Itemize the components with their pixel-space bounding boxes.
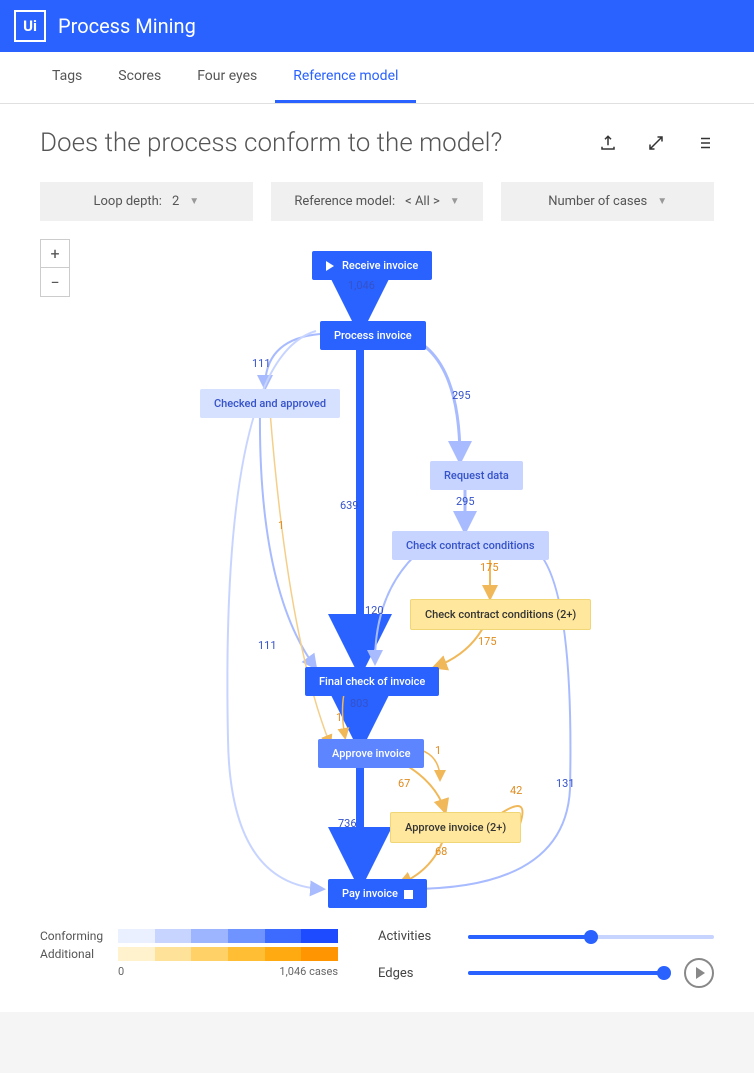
tab-reference-model[interactable]: Reference model <box>275 52 416 103</box>
edge-label: 639 <box>340 499 359 512</box>
legend-conforming-label: Conforming <box>40 929 110 943</box>
chevron-down-icon: ▼ <box>450 196 460 207</box>
edge-label: 803 <box>350 697 369 710</box>
app-header: Ui Process Mining <box>0 0 754 52</box>
node-process-invoice[interactable]: Process invoice <box>320 321 426 350</box>
node-check-contract[interactable]: Check contract conditions <box>392 531 549 560</box>
tab-tags[interactable]: Tags <box>34 52 100 103</box>
play-button[interactable] <box>684 958 714 988</box>
edge-label: 67 <box>398 777 410 790</box>
edge-label: 736 <box>338 817 357 830</box>
tabs: Tags Scores Four eyes Reference model <box>0 52 754 104</box>
filter-loop-depth[interactable]: Loop depth: 2 ▼ <box>40 182 253 221</box>
edge-label: 1 <box>435 744 441 757</box>
edge-label: 111 <box>258 639 277 652</box>
legend-scale-min: 0 <box>118 965 124 978</box>
legend: Conforming Additional 0 1,046 cases Acti… <box>40 929 714 988</box>
node-approve-invoice-2[interactable]: Approve invoice (2+) <box>390 812 521 843</box>
expand-icon[interactable] <box>646 133 666 153</box>
edge-label: 175 <box>480 561 499 574</box>
page-title: Does the process conform to the model? <box>40 128 502 158</box>
legend-additional-label: Additional <box>40 947 110 961</box>
edge-label: 1 <box>278 519 284 532</box>
filter-number-of-cases[interactable]: Number of cases ▼ <box>501 182 714 221</box>
export-icon[interactable] <box>598 133 618 153</box>
play-icon <box>326 261 334 271</box>
list-icon[interactable] <box>694 133 714 153</box>
app-title: Process Mining <box>58 14 196 38</box>
edge-label: 131 <box>556 777 575 790</box>
tab-scores[interactable]: Scores <box>100 52 179 103</box>
chevron-down-icon: ▼ <box>189 196 199 207</box>
edge-label: 68 <box>435 845 447 858</box>
main-content: Does the process conform to the model? L… <box>0 104 754 1012</box>
slider-activities[interactable] <box>468 935 714 939</box>
node-final-check[interactable]: Final check of invoice <box>305 667 439 696</box>
edge-label: 111 <box>252 357 271 370</box>
edge-label: 295 <box>456 495 475 508</box>
filter-reference-model[interactable]: Reference model: < All > ▼ <box>271 182 484 221</box>
node-approve-invoice[interactable]: Approve invoice <box>318 739 424 768</box>
edge-label: 42 <box>510 784 522 797</box>
legend-additional-gradient <box>118 947 338 961</box>
legend-conforming-gradient <box>118 929 338 943</box>
node-pay-invoice[interactable]: Pay invoice <box>328 879 427 908</box>
slider-edges[interactable] <box>468 971 664 975</box>
tab-four-eyes[interactable]: Four eyes <box>179 52 275 103</box>
stop-icon <box>404 890 413 899</box>
node-checked-approved[interactable]: Checked and approved <box>200 389 340 418</box>
edge-label: 1 <box>336 711 342 724</box>
slider-activities-label: Activities <box>378 929 448 944</box>
logo-icon: Ui <box>14 10 46 42</box>
chevron-down-icon: ▼ <box>657 196 667 207</box>
edge-label: 120 <box>365 604 384 617</box>
slider-edges-label: Edges <box>378 966 448 981</box>
node-receive-invoice[interactable]: Receive invoice <box>312 251 432 280</box>
edge-label: 295 <box>452 389 471 402</box>
edge-label: 1,046 <box>348 279 375 292</box>
edge-label: 175 <box>478 635 497 648</box>
node-check-contract-2[interactable]: Check contract conditions (2+) <box>410 599 591 630</box>
node-request-data[interactable]: Request data <box>430 461 523 490</box>
